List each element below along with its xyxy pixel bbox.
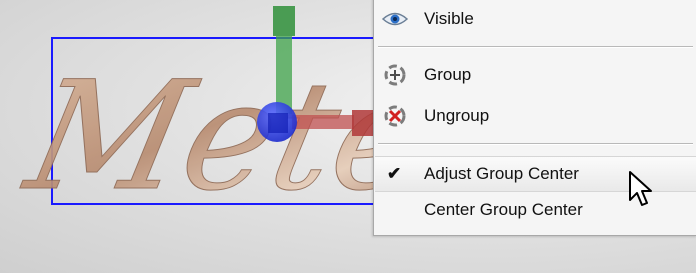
gizmo-center-handle (268, 113, 288, 133)
mouse-cursor-icon (629, 171, 652, 206)
menu-item-ungroup[interactable]: Ungroup (375, 99, 696, 133)
menu-item-visible[interactable]: Visible (375, 2, 696, 36)
eye-icon (381, 5, 409, 33)
menu-separator (378, 143, 693, 145)
menu-separator (378, 46, 693, 48)
gizmo-x-handle (352, 110, 374, 136)
menu-item-group[interactable]: Group (375, 58, 696, 92)
gizmo-x-axis (292, 115, 354, 129)
menu-item-label: Ungroup (424, 106, 490, 125)
gizmo-y-handle (273, 6, 295, 36)
menu-item-label: Visible (424, 9, 474, 28)
menu-item-label: Group (424, 65, 472, 84)
check-mark-icon: ✔ (387, 164, 402, 183)
menu-item-label: Adjust Group Center (424, 164, 579, 183)
group-icon (381, 61, 409, 89)
ungroup-icon (381, 102, 409, 130)
menu-item-label: Center Group Center (424, 200, 583, 219)
